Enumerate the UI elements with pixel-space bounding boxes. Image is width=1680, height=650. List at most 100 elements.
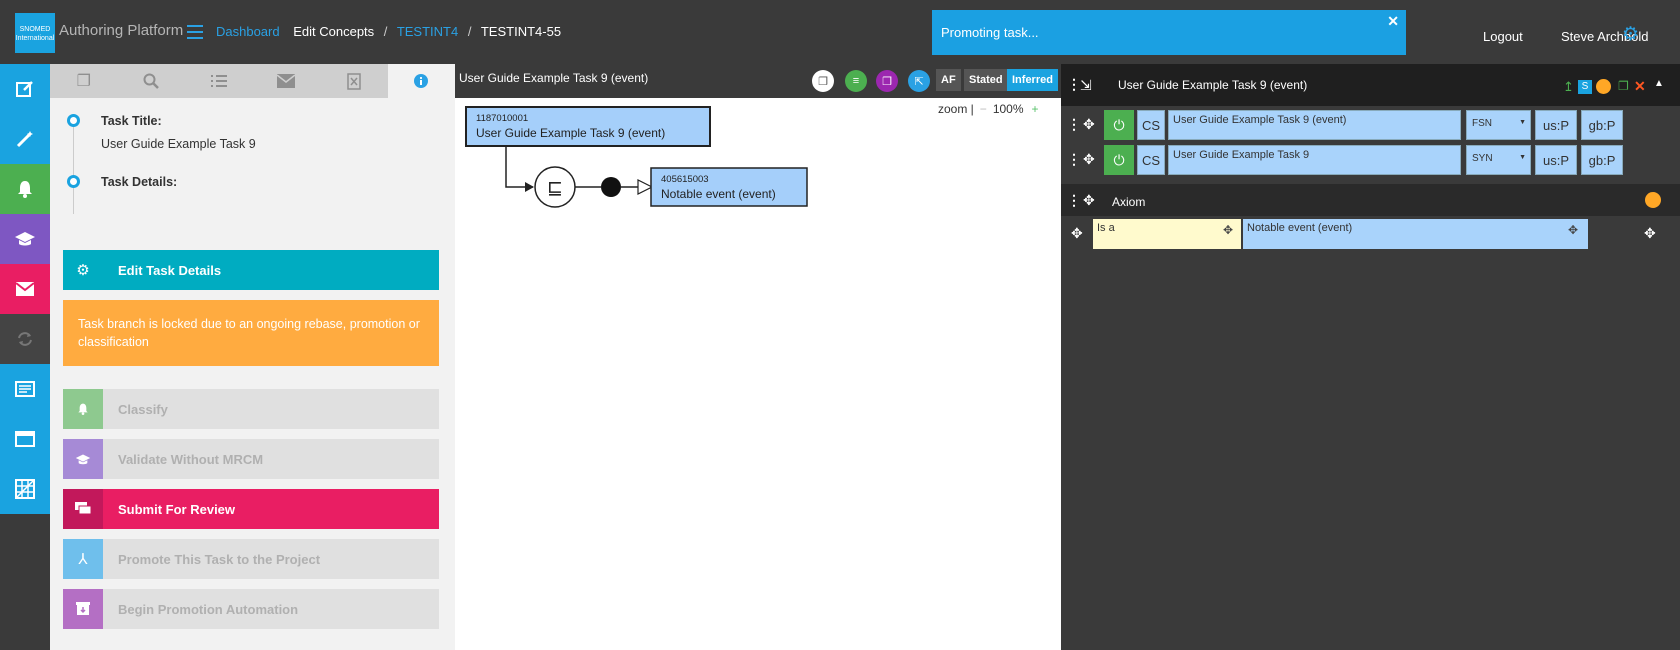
- drag-handle-icon[interactable]: ⋮: [1067, 116, 1081, 133]
- stack-icon[interactable]: ❒: [876, 70, 898, 92]
- top-bar: SNOMED International Authoring Platform …: [0, 0, 1680, 64]
- mail-icon[interactable]: [253, 64, 321, 98]
- status-dot-icon: [1645, 192, 1661, 208]
- promote-arrow-icon[interactable]: ↥: [1563, 79, 1574, 95]
- begin-promotion-automation-button[interactable]: Begin Promotion Automation: [63, 589, 439, 629]
- task-title-marker: [67, 114, 80, 127]
- clone-icon[interactable]: ❐: [1618, 79, 1629, 93]
- gear-icon[interactable]: ⚙: [1622, 25, 1644, 47]
- us-acceptability-button[interactable]: us:P: [1535, 110, 1577, 140]
- conjunction-node: [601, 177, 621, 197]
- snomed-logo[interactable]: SNOMED International: [15, 13, 55, 53]
- status-dot-icon: [1596, 79, 1611, 94]
- chevron-down-icon: ▼: [1519, 119, 1526, 126]
- promote-task-label: Promote This Task to the Project: [118, 551, 321, 567]
- copy-icon[interactable]: ❐: [812, 70, 834, 92]
- promotion-toast: Promoting task... ✕: [932, 10, 1406, 55]
- promote-task-button[interactable]: ⅄ Promote This Task to the Project: [63, 539, 439, 579]
- af-toggle[interactable]: AF: [936, 69, 961, 91]
- collapse-icon[interactable]: ⇲: [1080, 77, 1092, 94]
- description-type-value: SYN: [1472, 153, 1493, 164]
- submit-for-review-button[interactable]: Submit For Review: [63, 489, 439, 529]
- bell-icon[interactable]: [0, 164, 50, 214]
- concept-name: User Guide Example Task 9 (event): [476, 126, 665, 140]
- search-icon[interactable]: [118, 64, 186, 98]
- copy-icon[interactable]: ❐: [50, 64, 118, 98]
- move-icon[interactable]: ✥: [1223, 223, 1233, 237]
- description-type-value: FSN: [1472, 118, 1492, 129]
- submit-for-review-label: Submit For Review: [118, 501, 236, 517]
- move-icon[interactable]: ✥: [1083, 151, 1095, 168]
- move-icon[interactable]: ✥: [1568, 223, 1578, 237]
- list-box-icon[interactable]: [0, 364, 50, 414]
- external-link-icon[interactable]: ⇱: [908, 70, 930, 92]
- bell-icon: [63, 389, 103, 429]
- gb-acceptability-button[interactable]: gb:P: [1581, 110, 1623, 140]
- add-list-icon[interactable]: ≡: [845, 70, 867, 92]
- chat-icon: [63, 489, 103, 529]
- graduation-cap-icon[interactable]: [0, 214, 50, 264]
- gb-acceptability-button[interactable]: gb:P: [1581, 145, 1623, 175]
- merge-icon: ⅄: [63, 539, 103, 579]
- sync-icon[interactable]: [0, 314, 50, 364]
- relationship-type-value: Is a: [1097, 222, 1115, 234]
- relationship-target-field[interactable]: Notable event (event) ✥: [1243, 219, 1588, 249]
- side-nav: [0, 64, 50, 514]
- close-icon[interactable]: ✕: [1634, 78, 1646, 95]
- info-icon[interactable]: [387, 64, 455, 98]
- case-significance-button[interactable]: CS: [1137, 145, 1165, 175]
- drag-handle-icon[interactable]: ⋮: [1067, 76, 1081, 93]
- relationship-type-field[interactable]: Is a ✥: [1093, 219, 1241, 249]
- inferred-toggle[interactable]: Inferred: [1007, 69, 1058, 91]
- list-icon[interactable]: [185, 64, 253, 98]
- power-toggle-icon[interactable]: ⏻: [1104, 110, 1134, 140]
- edit-icon[interactable]: [0, 64, 50, 114]
- toast-message: Promoting task...: [941, 25, 1039, 40]
- breadcrumb-dashboard[interactable]: Dashboard: [216, 24, 280, 39]
- app-title: Authoring Platform: [59, 22, 184, 39]
- connector-line: [505, 146, 533, 188]
- timeline-line: [73, 124, 74, 214]
- parent-id: 405615003: [661, 174, 709, 185]
- diagram-header: User Guide Example Task 9 (event) ❐ ≡ ❒ …: [455, 64, 1061, 98]
- drag-handle-icon[interactable]: ⋮: [1067, 192, 1081, 209]
- description-type-select[interactable]: SYN ▼: [1466, 145, 1531, 175]
- stated-badge-icon[interactable]: S: [1578, 80, 1592, 94]
- breadcrumb-task: TESTINT4-55: [480, 24, 562, 39]
- wand-icon[interactable]: [0, 114, 50, 164]
- description-term-input[interactable]: User Guide Example Task 9 (event): [1168, 110, 1461, 140]
- diagram-title: User Guide Example Task 9 (event): [459, 71, 649, 85]
- stated-toggle[interactable]: Stated: [964, 69, 1008, 91]
- task-title-label: Task Title:: [101, 114, 162, 128]
- breadcrumb-edit-concepts: Edit Concepts: [293, 24, 375, 39]
- breadcrumb-separator: /: [467, 24, 472, 39]
- validate-button[interactable]: Validate Without MRCM: [63, 439, 439, 479]
- move-icon[interactable]: ✥: [1083, 192, 1095, 209]
- close-icon[interactable]: ✕: [1387, 13, 1399, 30]
- gear-icon: ⚙: [76, 262, 90, 279]
- task-title-field: Task Title: User Guide Example Task 9: [101, 114, 256, 151]
- classify-button[interactable]: Classify: [63, 389, 439, 429]
- chevron-up-icon[interactable]: ▲: [1654, 78, 1664, 89]
- grid-icon[interactable]: [0, 464, 50, 514]
- drag-handle-icon[interactable]: ⋮: [1067, 151, 1081, 168]
- move-icon[interactable]: ✥: [1644, 225, 1656, 242]
- description-type-select[interactable]: FSN ▼: [1466, 110, 1531, 140]
- description-term-input[interactable]: User Guide Example Task 9: [1168, 145, 1461, 175]
- excel-icon[interactable]: [320, 64, 388, 98]
- power-toggle-icon[interactable]: ⏻: [1104, 145, 1134, 175]
- case-significance-button[interactable]: CS: [1137, 110, 1165, 140]
- us-acceptability-button[interactable]: us:P: [1535, 145, 1577, 175]
- classify-label: Classify: [118, 401, 168, 417]
- logout-link[interactable]: Logout: [1483, 29, 1523, 44]
- concept-editor: ⋮ ⇲ User Guide Example Task 9 (event) ↥ …: [1061, 64, 1680, 650]
- browser-icon[interactable]: [0, 414, 50, 464]
- hamburger-menu-icon[interactable]: [187, 25, 203, 39]
- move-icon[interactable]: ✥: [1083, 116, 1095, 133]
- relationship-row: ✥ Is a ✥ Notable event (event) ✥ ✥: [1061, 219, 1680, 251]
- breadcrumb: Dashboard Edit Concepts / TESTINT4 / TES…: [216, 24, 561, 39]
- breadcrumb-project[interactable]: TESTINT4: [397, 24, 458, 39]
- move-icon[interactable]: ✥: [1071, 225, 1083, 242]
- envelope-icon[interactable]: [0, 264, 50, 314]
- edit-task-details-button[interactable]: ⚙ Edit Task Details: [63, 250, 439, 290]
